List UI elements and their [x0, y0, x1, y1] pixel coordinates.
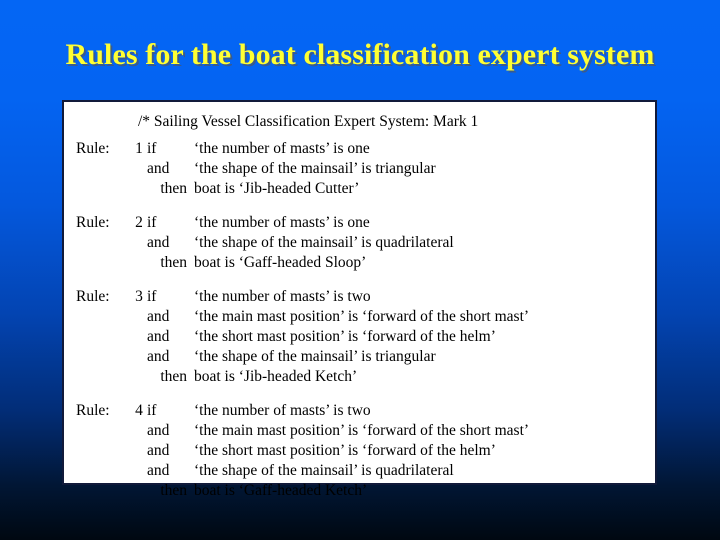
rule-connective: and: [147, 348, 170, 365]
rule-line: and ‘the shape of the mainsail’ is quadri…: [64, 461, 655, 481]
rule-clause: boat is ‘Gaff-headed Sloop’: [194, 254, 367, 271]
rule-clause: boat is ‘Gaff-headed Ketch’: [194, 482, 368, 499]
rule-line: and ‘the shape of the mainsail’ is triang…: [64, 159, 655, 179]
rule-connective: and: [147, 308, 170, 325]
rule-line: and ‘the short mast position’ is ‘forward…: [64, 441, 655, 461]
rule-line: Rule: 3 if ‘the number of masts’ is two: [64, 287, 655, 307]
rule-clause: ‘the shape of the mainsail’ is quadrilat…: [194, 234, 454, 251]
rule-clause: ‘the shape of the mainsail’ is quadrilat…: [194, 462, 454, 479]
rule-line: then boat is ‘Gaff-headed Ketch’: [64, 481, 655, 501]
rule-line: then boat is ‘Jib-headed Cutter’: [64, 179, 655, 199]
rule-connective: if: [147, 402, 157, 419]
rule-clause: ‘the shape of the mainsail’ is triangula…: [194, 348, 436, 365]
rule-label: Rule:: [76, 402, 110, 419]
rule-block: Rule: 1 if ‘the number of masts’ is one and ‘…: [64, 139, 655, 199]
rule-line: and ‘the main mast position’ is ‘forward …: [64, 421, 655, 441]
rule-block: Rule: 2 if ‘the number of masts’ is one and ‘…: [64, 213, 655, 273]
rule-connective: then: [160, 368, 187, 385]
rule-clause: ‘the main mast position’ is ‘forward of …: [194, 308, 530, 325]
rule-line: and ‘the shape of the mainsail’ is quadri…: [64, 233, 655, 253]
rule-clause: ‘the number of masts’ is two: [194, 288, 371, 305]
rule-connective: if: [147, 140, 157, 157]
rule-connective: if: [147, 214, 157, 231]
rule-number: 3: [135, 288, 143, 305]
rule-line: and ‘the shape of the mainsail’ is triang…: [64, 347, 655, 367]
rule-connective: and: [147, 160, 170, 177]
rule-line: then boat is ‘Jib-headed Ketch’: [64, 367, 655, 387]
rules-panel-inner: /* Sailing Vessel Classification Expert …: [64, 102, 655, 499]
rule-clause: boat is ‘Jib-headed Ketch’: [194, 368, 358, 385]
rule-line: and ‘the main mast position’ is ‘forward …: [64, 307, 655, 327]
rule-clause: ‘the main mast position’ is ‘forward of …: [194, 422, 530, 439]
rule-connective: then: [160, 254, 187, 271]
rule-connective: then: [160, 482, 187, 499]
slide-title: Rules for the boat classification expert…: [65, 38, 655, 71]
rule-block: Rule: 3 if ‘the number of masts’ is two and ‘…: [64, 287, 655, 387]
rule-connective: if: [147, 288, 157, 305]
rule-line: and ‘the short mast position’ is ‘forward…: [64, 327, 655, 347]
rule-connective: and: [147, 442, 170, 459]
rule-label: Rule:: [76, 214, 110, 231]
expert-system-comment: /* Sailing Vessel Classification Expert …: [138, 113, 479, 130]
rule-clause: ‘the short mast position’ is ‘forward of…: [194, 328, 496, 345]
rule-number: 1: [135, 140, 143, 157]
rule-connective: and: [147, 234, 170, 251]
rule-clause: boat is ‘Jib-headed Cutter’: [194, 180, 360, 197]
rule-clause: ‘the number of masts’ is one: [194, 140, 370, 157]
rule-clause: ‘the shape of the mainsail’ is triangula…: [194, 160, 436, 177]
rule-clause: ‘the number of masts’ is two: [194, 402, 371, 419]
rule-label: Rule:: [76, 288, 110, 305]
rule-label: Rule:: [76, 140, 110, 157]
rule-line: Rule: 4 if ‘the number of masts’ is two: [64, 401, 655, 421]
rule-number: 4: [135, 402, 143, 419]
rule-clause: ‘the short mast position’ is ‘forward of…: [194, 442, 496, 459]
rule-connective: and: [147, 462, 170, 479]
slide-canvas: Rules for the boat classification expert…: [0, 0, 720, 540]
rule-block: Rule: 4 if ‘the number of masts’ is two and ‘…: [64, 401, 655, 501]
rule-connective: and: [147, 422, 170, 439]
rule-connective: and: [147, 328, 170, 345]
rule-number: 2: [135, 214, 143, 231]
rule-line: then boat is ‘Gaff-headed Sloop’: [64, 253, 655, 273]
rules-panel: /* Sailing Vessel Classification Expert …: [62, 100, 657, 499]
rule-line: Rule: 2 if ‘the number of masts’ is one: [64, 213, 655, 233]
rule-connective: then: [160, 180, 187, 197]
rule-clause: ‘the number of masts’ is one: [194, 214, 370, 231]
rule-line: Rule: 1 if ‘the number of masts’ is one: [64, 139, 655, 159]
